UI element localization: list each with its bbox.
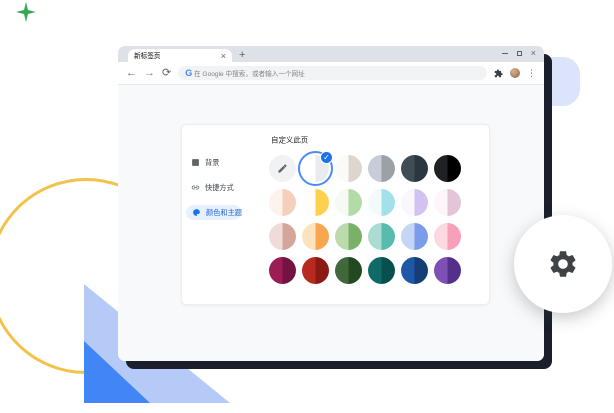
window-controls: × <box>502 50 536 57</box>
tab-title: 新标签页 <box>134 50 221 62</box>
back-icon[interactable]: ← <box>126 67 137 79</box>
minimize-button[interactable] <box>502 53 508 54</box>
selected-theme-swatch[interactable]: ✓ <box>302 155 329 182</box>
dialog-sidebar: 背景 快捷方式 颜色和主题 <box>182 125 266 304</box>
maximize-button[interactable] <box>517 51 522 56</box>
sidebar-item-label: 颜色和主题 <box>206 207 242 217</box>
sidebar-item-background[interactable]: 背景 <box>186 155 266 170</box>
browser-tab[interactable]: 新标签页 × <box>128 49 232 62</box>
sidebar-item-shortcuts[interactable]: 快捷方式 <box>186 180 266 195</box>
theme-swatch-grid: ✓ <box>269 155 489 284</box>
new-tab-page: 背景 快捷方式 颜色和主题 自定义此页 <box>118 85 544 361</box>
theme-swatch[interactable] <box>335 155 362 182</box>
profile-avatar[interactable] <box>510 68 520 78</box>
theme-swatch[interactable] <box>401 257 428 284</box>
new-tab-button[interactable]: + <box>239 49 245 61</box>
reload-icon[interactable]: ⟳ <box>162 67 171 79</box>
theme-swatch[interactable] <box>269 257 296 284</box>
theme-swatch[interactable] <box>401 189 428 216</box>
dialog-title: 自定义此页 <box>271 134 308 145</box>
sidebar-item-label: 快捷方式 <box>205 182 234 192</box>
theme-swatch[interactable] <box>335 257 362 284</box>
menu-kebab-icon[interactable]: ⋮ <box>527 68 536 78</box>
theme-swatch[interactable] <box>368 257 395 284</box>
dialog-main: 自定义此页 ✓ <box>266 125 489 304</box>
theme-swatch[interactable] <box>269 189 296 216</box>
theme-swatch[interactable] <box>434 223 461 250</box>
theme-swatch[interactable] <box>335 223 362 250</box>
theme-swatch[interactable] <box>401 223 428 250</box>
theme-swatch[interactable] <box>434 189 461 216</box>
theme-swatch[interactable] <box>302 257 329 284</box>
customize-dialog: 背景 快捷方式 颜色和主题 自定义此页 <box>181 124 490 305</box>
extensions-icon[interactable] <box>494 69 503 78</box>
sidebar-item-colors-theme[interactable]: 颜色和主题 <box>186 205 241 220</box>
theme-swatch[interactable] <box>269 223 296 250</box>
browser-toolbar: ← → ⟳ G 在 Google 中搜索，或者输入一个网址 ⋮ <box>118 62 544 84</box>
tab-strip: 新标签页 × + × <box>118 46 544 62</box>
address-bar[interactable]: G 在 Google 中搜索，或者输入一个网址 <box>178 66 487 80</box>
gear-icon <box>547 248 579 280</box>
eyedropper-icon <box>277 163 288 174</box>
browser-window: 新标签页 × + × ← → ⟳ G 在 Google 中搜索，或者输入一个网址… <box>118 46 544 361</box>
theme-swatch[interactable] <box>302 223 329 250</box>
google-logo-icon: G <box>185 68 192 78</box>
address-bar-placeholder: 在 Google 中搜索，或者输入一个网址 <box>194 68 305 77</box>
forward-icon[interactable]: → <box>144 67 155 79</box>
theme-swatch[interactable] <box>335 189 362 216</box>
tab-close-icon[interactable]: × <box>221 51 226 61</box>
theme-swatch[interactable] <box>401 155 428 182</box>
green-sparkle-icon <box>16 2 36 22</box>
theme-swatch[interactable] <box>302 189 329 216</box>
custom-color-swatch[interactable] <box>269 155 296 182</box>
close-button[interactable]: × <box>531 50 536 57</box>
selected-check-badge: ✓ <box>320 151 333 164</box>
theme-swatch[interactable] <box>434 155 461 182</box>
palette-icon <box>192 208 201 217</box>
theme-swatch[interactable] <box>368 155 395 182</box>
theme-swatch[interactable] <box>368 189 395 216</box>
settings-badge[interactable] <box>514 215 612 313</box>
sidebar-item-label: 背景 <box>205 157 219 167</box>
background-image-icon <box>191 158 200 167</box>
theme-swatch[interactable] <box>434 257 461 284</box>
theme-swatch[interactable] <box>368 223 395 250</box>
shortcut-link-icon <box>191 183 200 192</box>
